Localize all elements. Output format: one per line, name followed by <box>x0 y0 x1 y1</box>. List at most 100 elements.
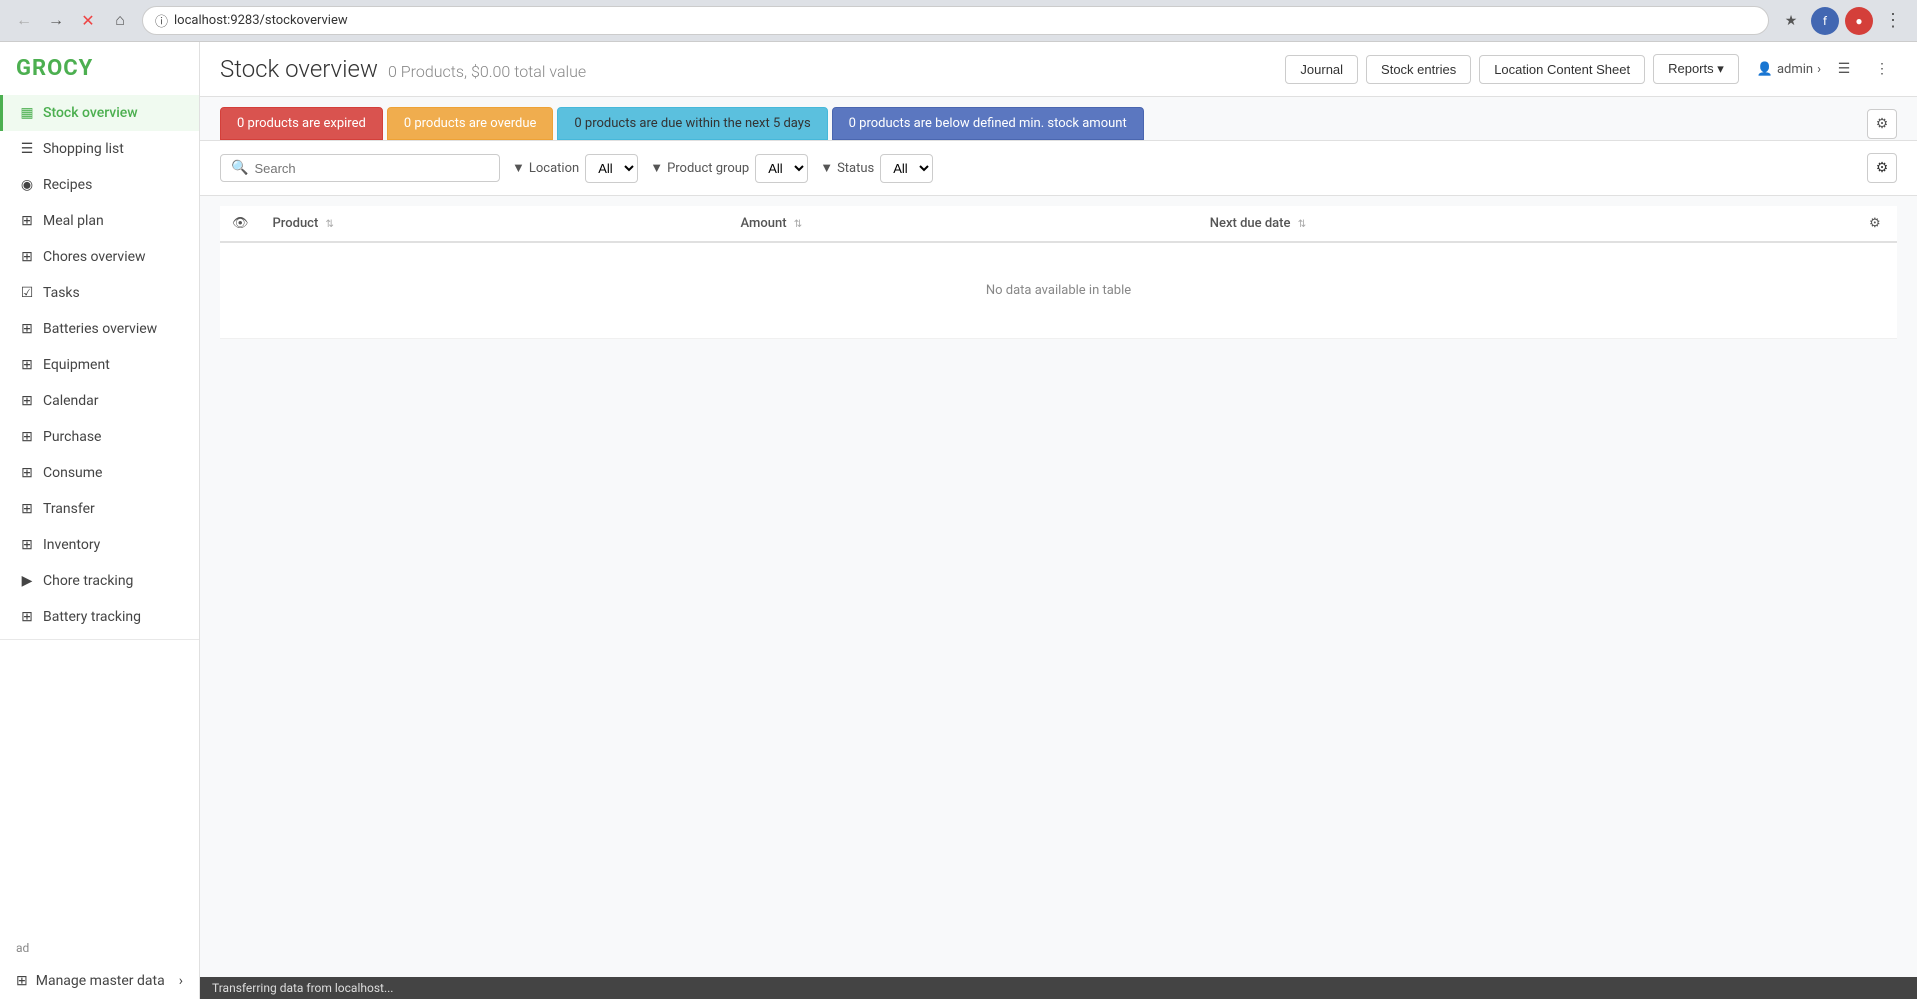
sidebar-item-equipment[interactable]: ⊞ Equipment <box>0 347 199 383</box>
logo-text: GROCY <box>16 56 93 81</box>
filter-tabs: 0 products are expired 0 products are ov… <box>200 97 1917 141</box>
sidebar: GROCY ▦ Stock overview ☰ Shopping list ◉… <box>0 42 200 999</box>
stock-overview-icon: ▦ <box>19 105 35 121</box>
battery-tracking-icon: ⊞ <box>19 609 35 625</box>
settings-icon[interactable]: ☰ <box>1829 54 1859 84</box>
sidebar-item-stock-overview[interactable]: ▦ Stock overview <box>0 95 199 131</box>
sidebar-item-label: Equipment <box>43 357 110 373</box>
status-filter: ▼ Status All <box>820 154 933 183</box>
sidebar-item-battery-tracking[interactable]: ⊞ Battery tracking <box>0 599 199 635</box>
recipes-icon: ◉ <box>19 177 35 193</box>
batteries-icon: ⊞ <box>19 321 35 337</box>
sidebar-item-label: Batteries overview <box>43 321 157 337</box>
sidebar-item-chore-tracking[interactable]: ▶ Chore tracking <box>0 563 199 599</box>
browser-right-icons: ★ f ● ⋮ <box>1777 7 1907 35</box>
page-title: Stock overview <box>220 55 378 83</box>
sidebar-item-label: Consume <box>43 465 102 481</box>
user-chevron-icon: › <box>1817 62 1821 77</box>
table-header: 👁 Product ⇅ Amount ⇅ Next due date ⇅ <box>220 206 1897 242</box>
sidebar-item-transfer[interactable]: ⊞ Transfer <box>0 491 199 527</box>
app-container: GROCY ▦ Stock overview ☰ Shopping list ◉… <box>0 42 1917 999</box>
product-group-filter: ▼ Product group All <box>650 154 808 183</box>
stock-table: 👁 Product ⇅ Amount ⇅ Next due date ⇅ <box>220 206 1897 339</box>
extension-icon[interactable]: ● <box>1845 7 1873 35</box>
sidebar-item-tasks[interactable]: ☑ Tasks <box>0 275 199 311</box>
username: admin <box>1777 62 1813 77</box>
page-title-area: Stock overview 0 Products, $0.00 total v… <box>220 55 586 83</box>
sidebar-item-label: Calendar <box>43 393 99 409</box>
manage-master-data-label: Manage master data <box>36 973 165 989</box>
search-input[interactable] <box>254 161 489 176</box>
top-bar: Stock overview 0 Products, $0.00 total v… <box>200 42 1917 97</box>
url-display: localhost:9283/stockoverview <box>174 13 348 28</box>
consume-icon: ⊞ <box>19 465 35 481</box>
sidebar-item-manage-master-data[interactable]: ⊞ Manage master data › <box>0 963 199 999</box>
sidebar-item-recipes[interactable]: ◉ Recipes <box>0 167 199 203</box>
sidebar-item-consume[interactable]: ⊞ Consume <box>0 455 199 491</box>
reload-button[interactable]: ✕ <box>74 7 102 35</box>
back-button[interactable]: ← <box>10 7 38 35</box>
empty-row: No data available in table <box>220 242 1897 339</box>
profile-icon[interactable]: f <box>1811 7 1839 35</box>
address-bar[interactable]: ⓘ localhost:9283/stockoverview <box>142 6 1769 35</box>
sidebar-item-shopping-list[interactable]: ☰ Shopping list <box>0 131 199 167</box>
status-filter-icon: ▼ <box>820 160 833 176</box>
col-product-header[interactable]: Product ⇅ <box>261 206 729 242</box>
stock-entries-button[interactable]: Stock entries <box>1366 55 1471 84</box>
status-bar: Transferring data from localhost... <box>200 977 1917 999</box>
status-message: Transferring data from localhost... <box>212 981 393 995</box>
col-amount-header[interactable]: Amount ⇅ <box>729 206 1198 242</box>
filters-right: ⚙ <box>1867 153 1897 183</box>
filter-tab-min-stock[interactable]: 0 products are below defined min. stock … <box>832 107 1144 140</box>
sidebar-item-purchase[interactable]: ⊞ Purchase <box>0 419 199 455</box>
filter-icon: ▼ <box>512 160 525 176</box>
sidebar-item-label: Tasks <box>43 285 80 301</box>
journal-button[interactable]: Journal <box>1285 55 1358 84</box>
table-body: No data available in table <box>220 242 1897 339</box>
transfer-icon: ⊞ <box>19 501 35 517</box>
sidebar-item-label: Stock overview <box>43 105 138 121</box>
user-menu[interactable]: 👤 admin › <box>1757 62 1821 77</box>
product-group-filter-select[interactable]: All <box>755 154 808 183</box>
col-next-due-date-header[interactable]: Next due date ⇅ <box>1198 206 1857 242</box>
manage-master-data-icon: ⊞ <box>16 973 28 989</box>
browser-icon[interactable]: ⋮ <box>1879 7 1907 35</box>
equipment-icon: ⊞ <box>19 357 35 373</box>
col-eye-header: 👁 <box>220 206 261 242</box>
sidebar-item-inventory[interactable]: ⊞ Inventory <box>0 527 199 563</box>
column-visibility-icon[interactable]: ⚙ <box>1867 153 1897 183</box>
top-bar-actions: Journal Stock entries Location Content S… <box>1285 54 1897 84</box>
sidebar-item-calendar[interactable]: ⊞ Calendar <box>0 383 199 419</box>
shopping-list-icon: ☰ <box>19 141 35 157</box>
app-logo[interactable]: GROCY <box>0 42 199 95</box>
page-subtitle: 0 Products, $0.00 total value <box>388 62 586 81</box>
location-content-sheet-button[interactable]: Location Content Sheet <box>1479 55 1645 84</box>
home-button[interactable]: ⌂ <box>106 7 134 35</box>
sidebar-item-batteries-overview[interactable]: ⊞ Batteries overview <box>0 311 199 347</box>
more-options-icon[interactable]: ⋮ <box>1867 54 1897 84</box>
search-box[interactable]: 🔍 <box>220 154 500 182</box>
status-filter-select[interactable]: All <box>880 154 933 183</box>
filter-tab-expired[interactable]: 0 products are expired <box>220 107 383 140</box>
sidebar-divider <box>0 639 199 640</box>
browser-nav-buttons: ← → ✕ ⌂ <box>10 7 134 35</box>
product-group-label: Product group <box>667 161 749 176</box>
col-actions-header: ⚙ <box>1857 206 1897 242</box>
bookmark-icon[interactable]: ★ <box>1777 7 1805 35</box>
empty-message: No data available in table <box>220 242 1897 339</box>
sidebar-item-meal-plan[interactable]: ⊞ Meal plan <box>0 203 199 239</box>
eye-icon: 👁 <box>232 216 249 231</box>
table-container: 👁 Product ⇅ Amount ⇅ Next due date ⇅ <box>200 196 1917 977</box>
filter-tab-overdue[interactable]: 0 products are overdue <box>387 107 554 140</box>
sidebar-item-label: Transfer <box>43 501 95 517</box>
inventory-icon: ⊞ <box>19 537 35 553</box>
forward-button[interactable]: → <box>42 7 70 35</box>
meal-plan-icon: ⊞ <box>19 213 35 229</box>
table-settings-icon[interactable]: ⚙ <box>1867 109 1897 139</box>
filter-tab-due-soon[interactable]: 0 products are due within the next 5 day… <box>557 107 827 140</box>
column-settings-icon[interactable]: ⚙ <box>1869 216 1881 231</box>
reports-button[interactable]: Reports ▾ <box>1653 54 1739 84</box>
sidebar-item-chores-overview[interactable]: ⊞ Chores overview <box>0 239 199 275</box>
sort-icon: ⇅ <box>1298 219 1306 230</box>
location-filter-select[interactable]: All <box>585 154 638 183</box>
